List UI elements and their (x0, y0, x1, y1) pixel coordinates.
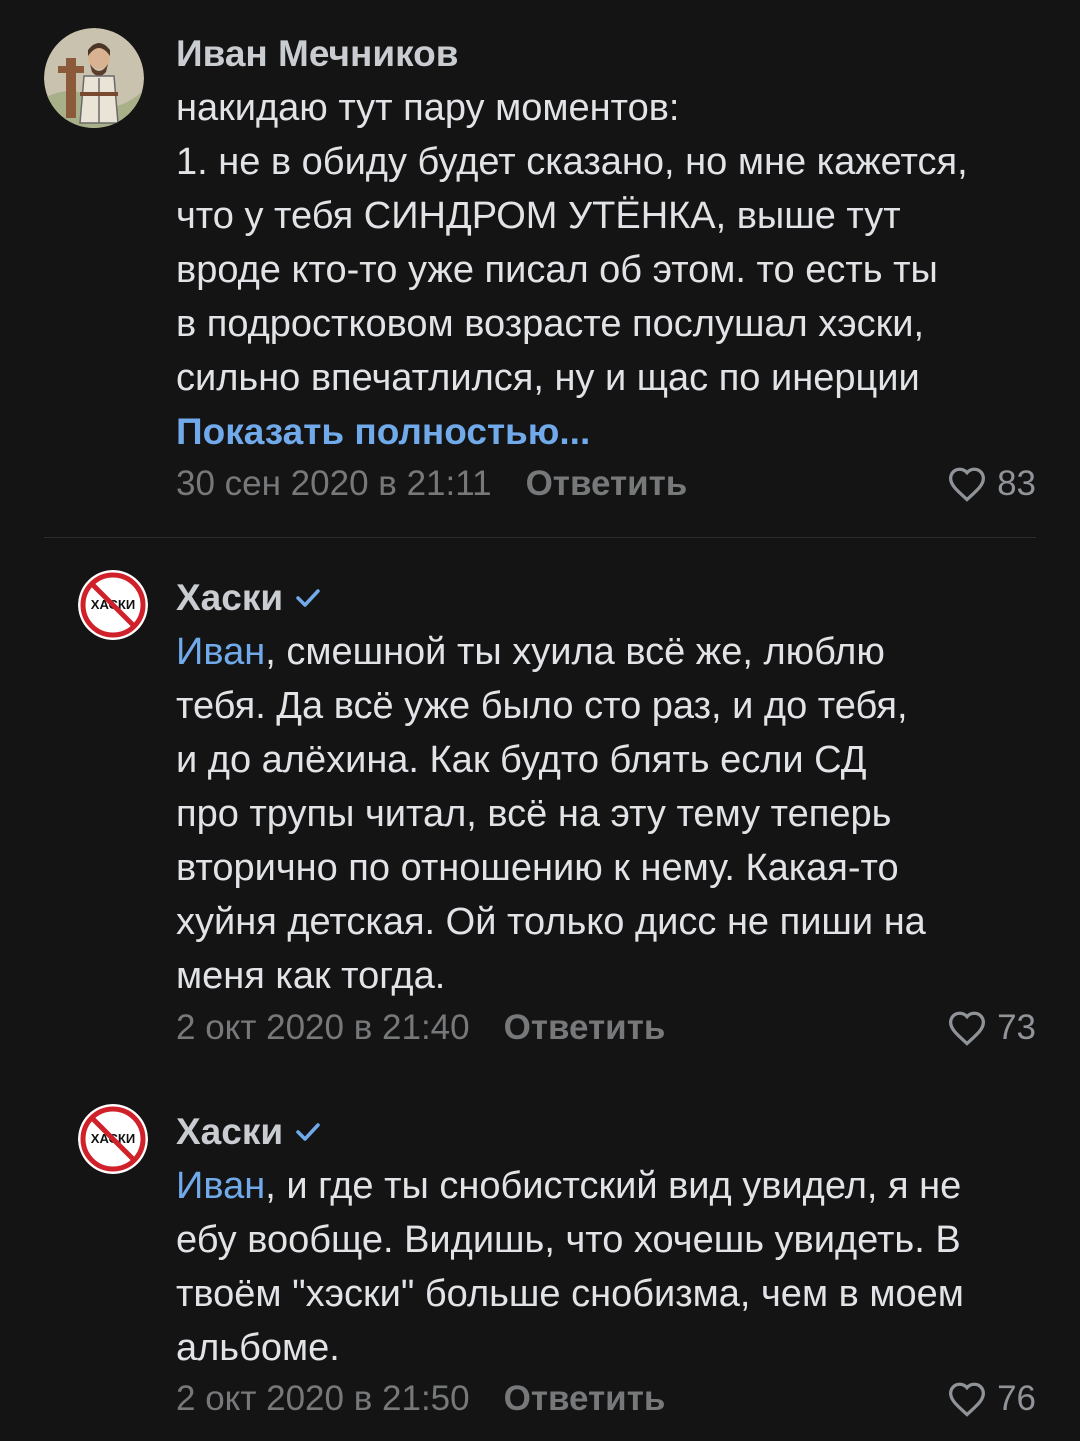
likes-count: 73 (997, 1008, 1036, 1047)
comment-text: накидаю тут пару моментов: 1. не в обиду… (176, 81, 1056, 459)
author-name[interactable]: Хаски (176, 577, 283, 618)
comment-author[interactable]: Иван Мечников (176, 32, 459, 76)
comment-line-rest: , и где ты снобистский вид увидел, я не (265, 1165, 962, 1207)
like-button[interactable]: 73 (947, 1006, 1036, 1050)
show-more-link[interactable]: Показать полностью... (176, 405, 1056, 459)
comment-text: Иван, смешной ты хуила всё же, люблю теб… (176, 625, 1056, 1003)
comment-line: 1. не в обиду будет сказано, но мне каже… (176, 141, 968, 183)
comment-date[interactable]: 2 окт 2020 в 21:50 (176, 1379, 470, 1418)
verified-check-icon (296, 1123, 320, 1141)
divider (44, 537, 1036, 538)
comment-line: вторично по отношению к нему. Какая-то (176, 847, 899, 889)
comment-author[interactable]: Хаски (176, 1110, 321, 1154)
comment-meta: 2 окт 2020 в 21:40 Ответить (176, 1006, 665, 1050)
no-husky-logo-icon: ХАСКИ (78, 570, 148, 640)
comment-line: меня как тогда. (176, 955, 446, 997)
no-husky-logo-icon: ХАСКИ (78, 1104, 148, 1174)
mention-link[interactable]: Иван (176, 631, 265, 673)
comment-meta: 2 окт 2020 в 21:50 Ответить (176, 1377, 665, 1421)
comment-line: что у тебя СИНДРОМ УТЁНКА, выше тут (176, 195, 901, 237)
likes-count: 83 (997, 464, 1036, 503)
comment-line: сильно впечатлился, ну и щас по инерции (176, 357, 920, 399)
comment-line: тебя. Да всё уже было сто раз, и до тебя… (176, 685, 908, 727)
reply-button[interactable]: Ответить (504, 1008, 666, 1047)
comment-line: хуйня детская. Ой только дисс не пиши на (176, 901, 926, 943)
avatar[interactable]: ХАСКИ (78, 570, 148, 640)
author-name[interactable]: Иван Мечников (176, 33, 459, 74)
author-name[interactable]: Хаски (176, 1111, 283, 1152)
comment-line: и до алёхина. Как будто блять если СД (176, 739, 867, 781)
comment-line: Иван, смешной ты хуила всё же, люблю (176, 625, 1056, 679)
heart-icon (949, 1011, 986, 1046)
comment-line: Иван, и где ты снобистский вид увидел, я… (176, 1159, 1056, 1213)
comment-line-rest: , смешной ты хуила всё же, люблю (265, 631, 885, 673)
heart-icon (949, 467, 986, 502)
likes-count: 76 (997, 1379, 1036, 1418)
comment-author[interactable]: Хаски (176, 576, 321, 620)
verified-check-icon (296, 589, 320, 607)
mention-link[interactable]: Иван (176, 1165, 265, 1207)
like-button[interactable]: 83 (947, 462, 1036, 506)
comment-line: накидаю тут пару моментов: (176, 87, 680, 129)
reply-button[interactable]: Ответить (526, 464, 688, 503)
comment-line: альбоме. (176, 1327, 340, 1369)
comment-date[interactable]: 2 окт 2020 в 21:40 (176, 1008, 470, 1047)
comment-line: про трупы читал, всё на эту тему теперь (176, 793, 892, 835)
like-button[interactable]: 76 (947, 1377, 1036, 1421)
comment-line: в подростковом возрасте послушал хэски, (176, 303, 925, 345)
heart-icon (949, 1382, 986, 1417)
comment-date[interactable]: 30 сен 2020 в 21:11 (176, 464, 492, 503)
comment-meta: 30 сен 2020 в 21:11 Ответить (176, 462, 687, 506)
comment-text: Иван, и где ты снобистский вид увидел, я… (176, 1159, 1056, 1375)
avatar[interactable] (44, 28, 144, 128)
comment-line: твоём "хэски" больше снобизма, чем в мое… (176, 1273, 964, 1315)
comment-line: ебу вообще. Видишь, что хочешь увидеть. … (176, 1219, 961, 1261)
avatar-illustration-icon (44, 28, 144, 128)
comment-line: вроде кто-то уже писал об этом. то есть … (176, 249, 938, 291)
avatar[interactable]: ХАСКИ (78, 1104, 148, 1174)
reply-button[interactable]: Ответить (504, 1379, 666, 1418)
